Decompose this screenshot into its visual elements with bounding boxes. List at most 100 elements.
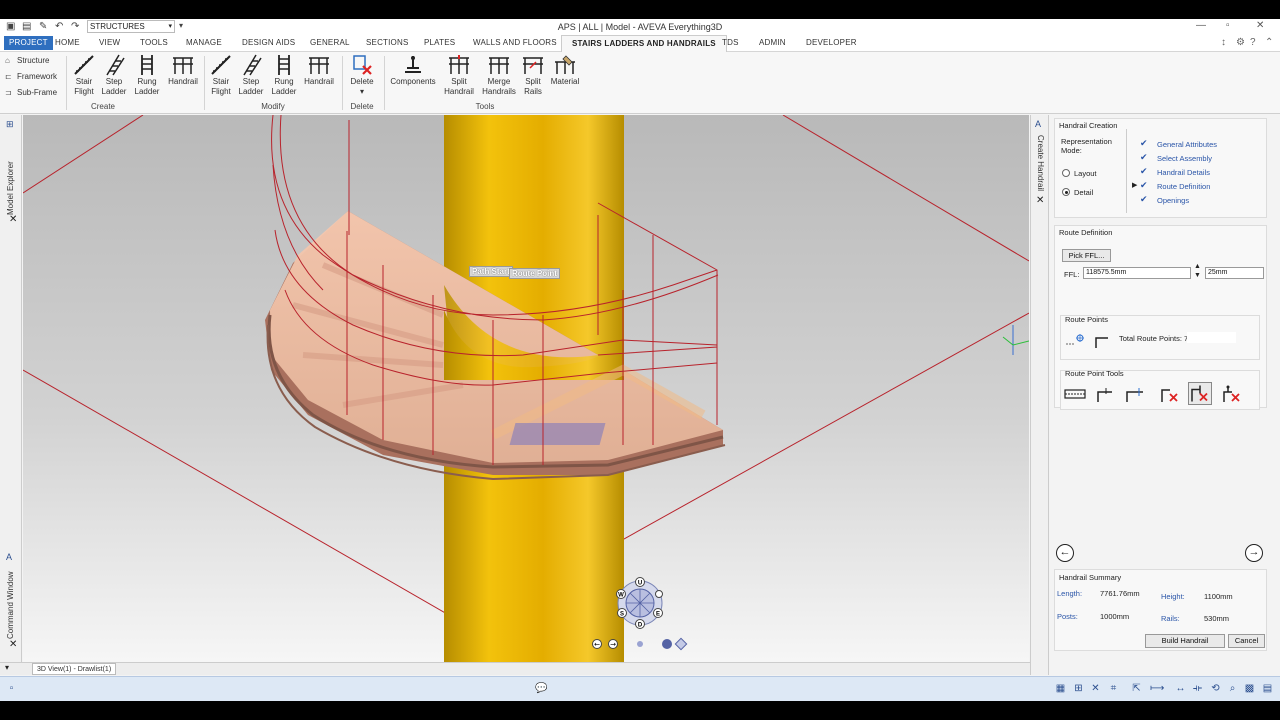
tab-view[interactable]: VIEW [99, 38, 120, 47]
3d-scene: U D W E S ← → [23, 115, 1029, 662]
pin-icon[interactable]: ⊞ [6, 119, 14, 130]
create-step-ladder-button[interactable]: Step Ladder [101, 54, 127, 97]
delete-button[interactable]: Delete ▾ [348, 54, 376, 97]
tab-admin[interactable]: ADMIN [759, 38, 786, 47]
delete-label: Delete [350, 77, 374, 86]
modify-rung-ladder-button[interactable]: Rung Ladder [271, 54, 297, 97]
ffl-offset-input[interactable]: 25mm [1205, 267, 1264, 279]
split-rails-label-1: Split [525, 77, 541, 86]
route-all-tool-icon[interactable] [1063, 384, 1087, 404]
merge-handrails-button[interactable]: Merge Handrails [481, 54, 517, 97]
settings-icon[interactable]: ⚙ [1236, 37, 1245, 48]
split-handrail-icon [449, 55, 469, 74]
modify-step-ladder-label-2: Ladder [238, 87, 264, 96]
delete-point-tool-icon[interactable] [1158, 384, 1180, 404]
previous-step-button[interactable]: ← [1056, 544, 1074, 562]
components-icon [405, 56, 421, 73]
modify-handrail-button[interactable]: Handrail [303, 54, 335, 87]
tab-manage[interactable]: MANAGE [186, 38, 222, 47]
step-select-assembly[interactable]: Select Assembly [1157, 154, 1212, 163]
measure-icon[interactable]: ⟼ [1150, 683, 1164, 694]
material-button[interactable]: Material [549, 54, 581, 87]
framework-button[interactable]: ⊏ Framework [5, 72, 57, 81]
tab-walls-and-floors[interactable]: WALLS AND FLOORS [473, 38, 557, 47]
pick-ffl-button[interactable]: Pick FFL... [1062, 249, 1111, 262]
dimension-icon[interactable]: ↔ [1175, 683, 1186, 694]
divider [1126, 129, 1127, 213]
compass-down-label: D [638, 623, 643, 629]
modify-step-ladder-button[interactable]: Step Ladder [238, 54, 264, 97]
subframe-icon: ⊐ [5, 88, 12, 97]
close-icon[interactable]: ✕ [9, 214, 17, 225]
arrows-icon[interactable]: ↕ [1221, 37, 1226, 48]
summary-rails-value: 530mm [1204, 614, 1230, 623]
tab-tds[interactable]: TDS [722, 38, 739, 47]
pin-icon[interactable]: A [1035, 119, 1041, 129]
grid-icon[interactable]: ▦ [1055, 683, 1066, 694]
create-rung-ladder-button[interactable]: Rung Ladder [134, 54, 160, 97]
spinner-down-icon[interactable]: ▼ [1194, 272, 1201, 279]
create-handrail-button[interactable]: Handrail [167, 54, 199, 87]
build-handrail-button[interactable]: Build Handrail [1145, 634, 1225, 648]
step-handrail-details[interactable]: Handrail Details [1157, 168, 1210, 177]
rotate-icon[interactable]: ⟲ [1210, 683, 1221, 694]
tab-home[interactable]: HOME [55, 38, 80, 47]
help-icon[interactable]: ? [1250, 37, 1256, 48]
tab-plates[interactable]: PLATES [424, 38, 455, 47]
tab-project[interactable]: PROJECT [4, 36, 53, 50]
tab-general[interactable]: GENERAL [310, 38, 350, 47]
model-explorer-tab[interactable]: Model Explorer [6, 135, 15, 215]
collapse-ribbon-icon[interactable]: ⌃ [1265, 37, 1273, 48]
components-button[interactable]: Components [390, 54, 436, 87]
close-icon[interactable]: ✕ [9, 639, 17, 650]
structure-button[interactable]: ⌂ Structure [5, 56, 49, 65]
delete-segment-tool-icon[interactable] [1188, 382, 1212, 405]
select-icon[interactable]: ⇱ [1131, 683, 1142, 694]
tab-design-aids[interactable]: DESIGN AIDS [242, 38, 295, 47]
create-stair-flight-button[interactable]: Stair Flight [72, 54, 96, 97]
split-handrail-label-1: Split [451, 77, 467, 86]
tab-3d-view[interactable]: 3D View(1) - Drawlist(1) [32, 663, 117, 675]
clear-route-tool-icon[interactable] [1220, 384, 1242, 404]
ortho-icon[interactable]: ✕ [1090, 683, 1101, 694]
subframe-button[interactable]: ⊐ Sub-Frame [5, 88, 57, 97]
step-general-attributes[interactable]: General Attributes [1157, 140, 1217, 149]
split-handrail-button[interactable]: Split Handrail [443, 54, 475, 97]
mode-detail-radio[interactable] [1062, 188, 1070, 196]
tab-stairs-ladders-and-handrails[interactable]: STAIRS LADDERS AND HANDRAILS [561, 35, 727, 52]
command-window-tab[interactable]: Command Window [6, 565, 15, 639]
tab-sections[interactable]: SECTIONS [366, 38, 409, 47]
step-route-definition[interactable]: Route Definition [1157, 182, 1210, 191]
insert-point-tool-icon[interactable] [1125, 384, 1147, 404]
mode-layout-radio[interactable] [1062, 169, 1070, 177]
close-button[interactable]: ✕ [1256, 20, 1264, 31]
structure-icon: ⌂ [5, 56, 10, 65]
next-step-button[interactable]: → [1245, 544, 1263, 562]
framework-label: Framework [17, 72, 58, 81]
maximize-button[interactable]: ▫ [1226, 20, 1230, 31]
modify-stair-flight-button[interactable]: Stair Flight [209, 54, 233, 97]
clip-icon[interactable]: ⟛ [1192, 683, 1203, 694]
step-openings[interactable]: Openings [1157, 196, 1189, 205]
cancel-button[interactable]: Cancel [1228, 634, 1265, 648]
spinner-up-icon[interactable]: ▲ [1194, 263, 1201, 270]
snap-icon[interactable]: ⊞ [1073, 683, 1084, 694]
filter-icon[interactable]: ⌗ [1108, 683, 1119, 694]
add-point-tool-icon[interactable] [1094, 384, 1116, 404]
chevron-down-icon[interactable]: ▾ [5, 663, 9, 672]
minimize-button[interactable]: — [1196, 20, 1206, 31]
tab-developer[interactable]: DEVELOPER [806, 38, 857, 47]
tab-tools[interactable]: TOOLS [140, 38, 168, 47]
pin-icon[interactable]: A [6, 552, 12, 562]
route-point-tools-title: Route Point Tools [1065, 369, 1124, 378]
message-icon[interactable]: 💬 [535, 683, 547, 694]
stair-flight-icon [211, 55, 231, 75]
layout-icon[interactable]: ▩ [1244, 683, 1255, 694]
check-icon: ✔ [1140, 166, 1148, 176]
split-rails-button[interactable]: Split Rails [520, 54, 546, 97]
3d-viewport[interactable]: U D W E S ← → Path Start Route Point [23, 115, 1029, 662]
settings-icon[interactable]: ▤ [1262, 683, 1273, 694]
close-icon[interactable]: ✕ [1036, 195, 1044, 206]
zoom-icon[interactable]: ⌕ [1227, 683, 1238, 694]
ffl-input[interactable]: 118575.5mm [1083, 267, 1191, 279]
